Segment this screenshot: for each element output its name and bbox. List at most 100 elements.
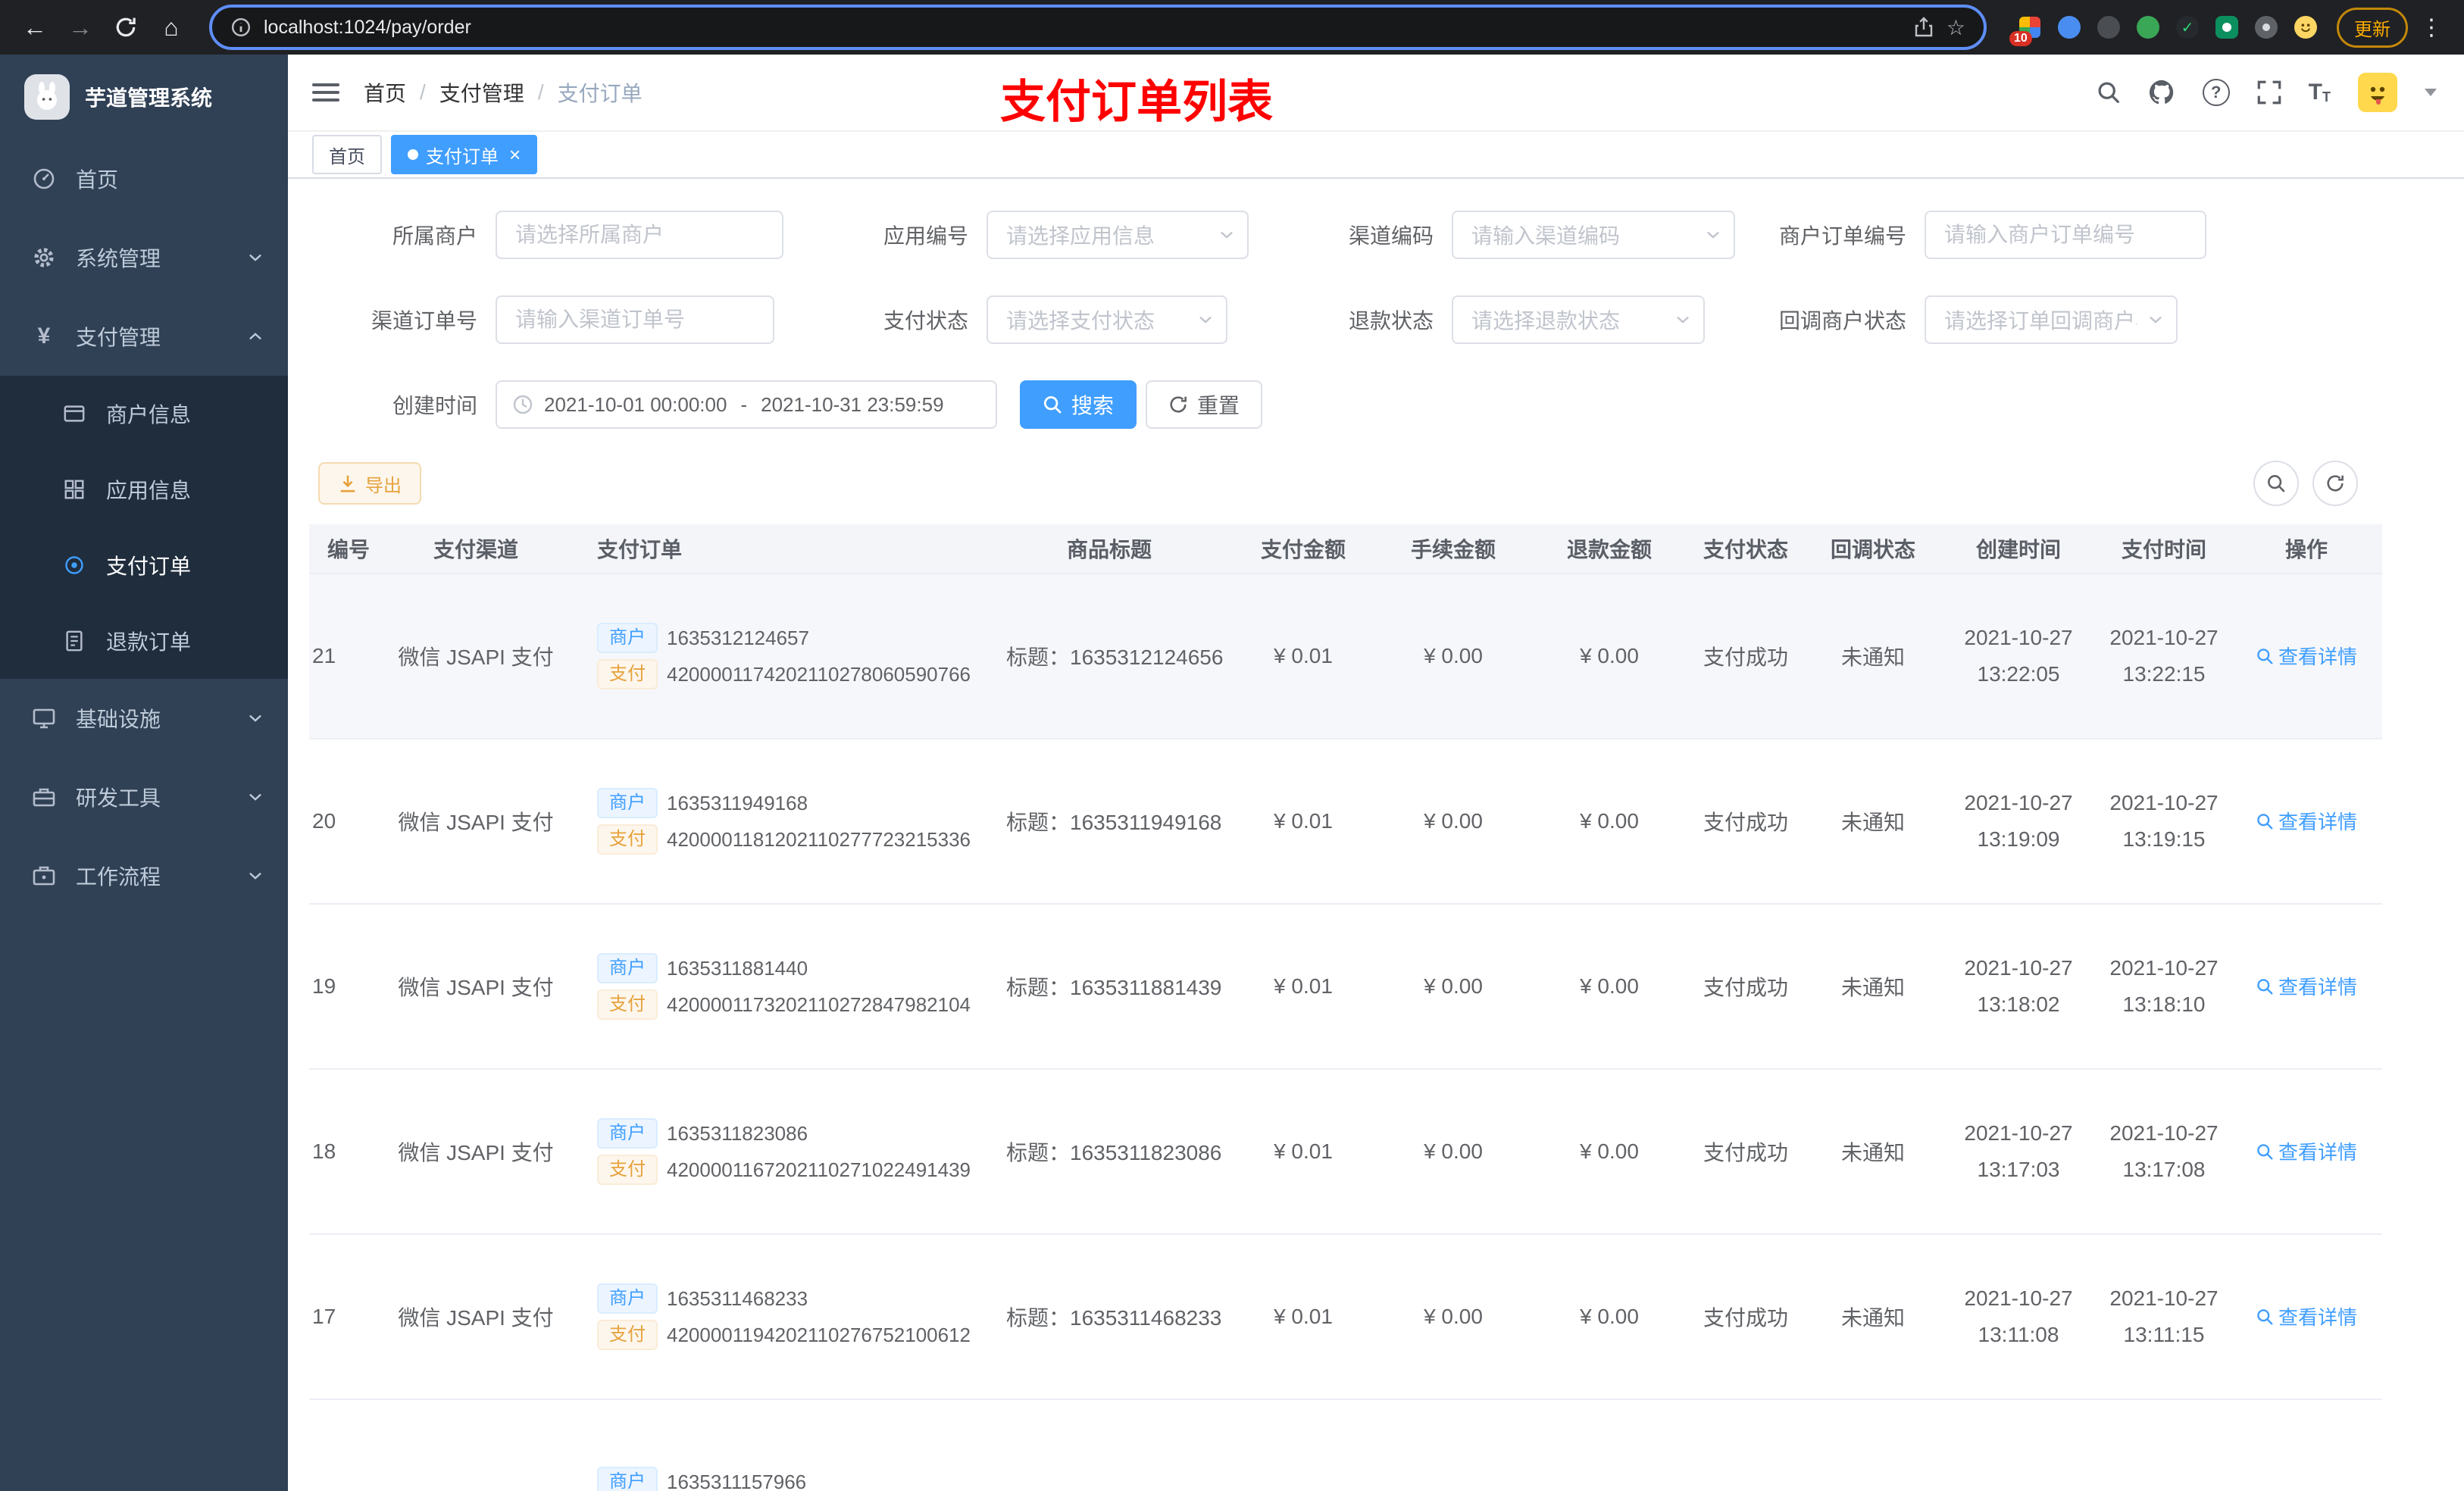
cell-channel: 微信 JSAPI 支付	[376, 1069, 576, 1235]
reset-button[interactable]: 重置	[1146, 380, 1263, 429]
sidebar: 芋道管理系统 首页 系统管理 ¥ 支付管理 商户信息 应用信息 支付订单 退款订…	[0, 55, 288, 1491]
sidebar-item-home[interactable]: 首页	[0, 139, 288, 218]
chevron-down-icon	[1197, 311, 1214, 328]
view-detail-link[interactable]: 查看详情	[2256, 642, 2357, 670]
tab-home[interactable]: 首页	[312, 135, 382, 174]
sidebar-item-infra[interactable]: 基础设施	[0, 679, 288, 758]
bookmark-star-icon[interactable]: ☆	[1946, 15, 1965, 40]
sidebar-item-label: 工作流程	[76, 865, 161, 889]
tab-pay-order[interactable]: 支付订单 ×	[391, 135, 538, 174]
cell-channel	[376, 1399, 576, 1491]
breadcrumb-payment[interactable]: 支付管理	[439, 77, 524, 108]
sidebar-item-label: 支付订单	[106, 555, 192, 578]
help-icon[interactable]: ?	[2202, 79, 2230, 106]
extension-green-icon[interactable]	[2135, 14, 2161, 40]
merchant-input[interactable]	[496, 211, 783, 259]
active-dot	[408, 149, 418, 160]
breadcrumb-separator: /	[537, 80, 544, 104]
channel-order-no: 4200001167202110271022491439	[667, 1158, 971, 1181]
field-refund-status: 退款状态 请选择退款状态	[1265, 295, 1705, 344]
field-label: 支付状态	[883, 309, 968, 333]
github-icon[interactable]	[2148, 79, 2175, 106]
sidebar-item-dev-tools[interactable]: 研发工具	[0, 758, 288, 836]
channel-order-no: 4200001194202110276752100612	[667, 1323, 971, 1346]
reload-icon[interactable]	[106, 8, 145, 47]
info-icon[interactable]	[230, 17, 252, 38]
cell-title	[985, 1399, 1234, 1491]
select-placeholder: 请选择退款状态	[1471, 309, 1621, 333]
back-arrow-icon[interactable]: ←	[15, 8, 55, 47]
cell-fee: ¥ 0.00	[1373, 1069, 1534, 1235]
extension-dark-icon[interactable]	[2096, 14, 2122, 40]
cell-pay-order: 商户 1635311949168 支付 4200001181202110277723…	[576, 739, 985, 905]
extension-check-icon[interactable]: ✓	[2175, 14, 2200, 40]
sidebar-item-payment[interactable]: ¥ 支付管理	[0, 297, 288, 376]
hamburger-icon[interactable]	[312, 83, 339, 102]
cell-status: 支付成功	[1685, 1234, 1806, 1400]
close-icon[interactable]: ×	[509, 145, 521, 164]
logo[interactable]: 芋道管理系统	[0, 55, 288, 139]
cell-amount: ¥ 0.01	[1234, 1234, 1373, 1400]
font-size-icon[interactable]: TT	[2309, 81, 2331, 105]
view-detail-link[interactable]: 查看详情	[2256, 1137, 2357, 1165]
update-button[interactable]: 更新	[2337, 7, 2408, 48]
avatar[interactable]	[2358, 73, 2397, 112]
refund-status-select[interactable]: 请选择退款状态	[1452, 295, 1705, 344]
channel-code-select[interactable]: 请输入渠道编码	[1452, 211, 1735, 259]
channel-order-no-input[interactable]	[496, 295, 774, 344]
export-button[interactable]: 导出	[318, 462, 421, 505]
cell-title: 标题：1635312124656	[985, 574, 1234, 739]
document-icon	[61, 630, 88, 652]
home-icon[interactable]: ⌂	[152, 8, 191, 47]
cell-fee: ¥ 0.00	[1373, 574, 1534, 739]
search-button[interactable]: 搜索	[1020, 380, 1137, 429]
share-icon[interactable]	[1913, 17, 1934, 38]
merchant-order-no-input[interactable]	[1925, 211, 2206, 259]
cell-refund: ¥ 0.00	[1534, 1069, 1685, 1235]
extension-pin-icon[interactable]	[2253, 14, 2279, 40]
sidebar-item-merchant-info[interactable]: 商户信息	[0, 376, 288, 452]
extension-grid-icon[interactable]: 10	[2009, 14, 2043, 46]
view-detail-link[interactable]: 查看详情	[2256, 972, 2357, 1000]
notify-status-select[interactable]: 请选择订单回调商户状态	[1925, 295, 2178, 344]
sidebar-item-system[interactable]: 系统管理	[0, 218, 288, 297]
page: ← → ⌂ localhost:1024/pay/order ☆ 10 ✓ 更新…	[0, 0, 2464, 1491]
cell-action: 查看详情	[2231, 1234, 2382, 1400]
app-title: 芋道管理系统	[85, 86, 213, 110]
caret-down-icon[interactable]	[2425, 89, 2437, 96]
col-title: 商品标题	[985, 524, 1234, 574]
cell-pay-time: 2021-10-27 13:22:15	[2097, 574, 2231, 739]
channel-order-no: 4200001181202110277723215336	[667, 827, 971, 851]
pay-status-select[interactable]: 请选择支付状态	[987, 295, 1227, 344]
cell-refund	[1534, 1399, 1685, 1491]
table-search-toggle-icon[interactable]	[2253, 461, 2299, 506]
create-time-range[interactable]: 2021-10-01 00:00:00 - 2021-10-31 23:59:5…	[496, 380, 997, 429]
sidebar-item-pay-order[interactable]: 支付订单	[0, 527, 288, 603]
forward-arrow-icon[interactable]: →	[61, 8, 100, 47]
browser-menu-icon[interactable]: ⋮	[2414, 14, 2449, 41]
breadcrumb-home[interactable]: 首页	[364, 77, 406, 108]
app-select[interactable]: 请选择应用信息	[987, 211, 1249, 259]
sidebar-item-app-info[interactable]: 应用信息	[0, 452, 288, 527]
search-icon[interactable]	[2097, 80, 2121, 105]
table-refresh-icon[interactable]	[2312, 461, 2358, 506]
fullscreen-icon[interactable]	[2257, 80, 2281, 105]
cell-id: 18	[309, 1069, 376, 1235]
url-bar[interactable]: localhost:1024/pay/order ☆	[209, 5, 1987, 50]
extension-chat-icon[interactable]	[2214, 14, 2240, 40]
cell-pay-time: 2021-10-27 13:11:15	[2097, 1234, 2231, 1400]
logo-avatar	[24, 74, 70, 120]
cell-fee	[1373, 1399, 1534, 1491]
field-label: 退款状态	[1348, 309, 1434, 333]
cell-channel: 微信 JSAPI 支付	[376, 904, 576, 1070]
table-toolbar: 导出	[318, 461, 2443, 506]
table-header: 编号 支付渠道 支付订单 商品标题 支付金额 手续金额 退款金额 支付状态 回调…	[309, 524, 2382, 574]
extension-drop-icon[interactable]	[2056, 14, 2082, 40]
cell-pay-order: 商户 1635311881440 支付 4200001173202110272847…	[576, 904, 985, 1070]
view-detail-link[interactable]: 查看详情	[2256, 807, 2357, 835]
view-detail-link[interactable]: 查看详情	[2256, 1302, 2357, 1330]
sidebar-item-label: 首页	[76, 168, 119, 192]
sidebar-item-refund-order[interactable]: 退款订单	[0, 603, 288, 679]
extension-emoji-icon[interactable]	[2293, 14, 2319, 40]
sidebar-item-workflow[interactable]: 工作流程	[0, 836, 288, 915]
